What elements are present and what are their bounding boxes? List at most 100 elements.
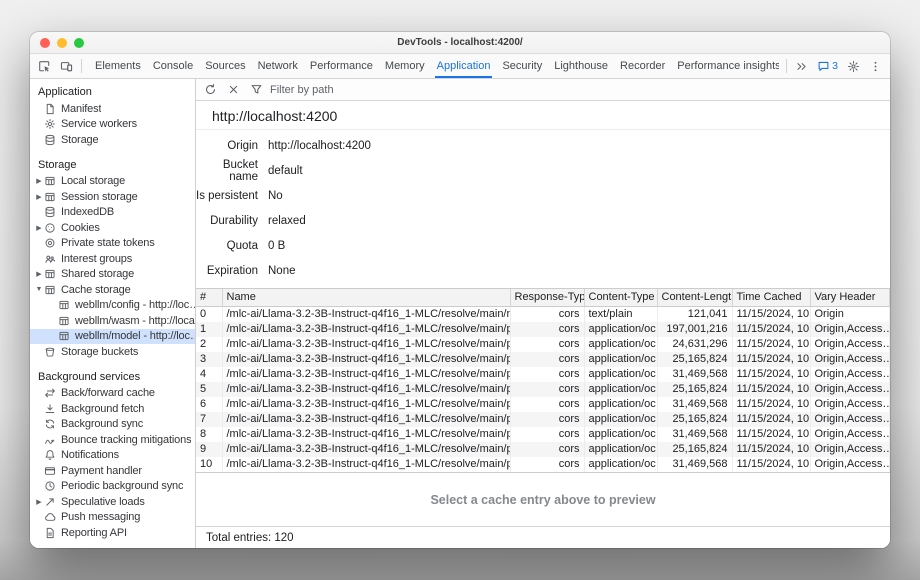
sidebar-item-interest-groups[interactable]: Interest groups <box>30 251 195 267</box>
sidebar-item-indexeddb[interactable]: IndexedDB <box>30 205 195 221</box>
sidebar-item-notifications[interactable]: Notifications <box>30 448 195 464</box>
tab-lighthouse[interactable]: Lighthouse <box>548 54 614 78</box>
tab-memory[interactable]: Memory <box>379 54 431 78</box>
table-cell: 5 <box>196 382 222 397</box>
chevron-right-icon[interactable]: ▶ <box>34 270 44 278</box>
sidebar-item-local-storage[interactable]: ▶Local storage <box>30 174 195 190</box>
sidebar-section-application: ApplicationManifestService workersStorag… <box>30 82 195 148</box>
column-header-vary-header[interactable]: Vary Header <box>810 289 890 307</box>
sidebar-item-label: Storage buckets <box>61 346 138 358</box>
sidebar-item-label: webllm/wasm - http://loca… <box>75 315 195 327</box>
sidebar-item-label: Session storage <box>61 191 138 203</box>
token-icon <box>44 237 57 249</box>
table-cell: application/oc… <box>584 442 657 457</box>
table-cell: Origin,Access… <box>810 382 890 397</box>
sidebar-item-webllm-model-http-loc[interactable]: webllm/model - http://loc… <box>30 329 195 345</box>
sidebar-item-service-workers[interactable]: Service workers <box>30 117 195 133</box>
cache-entry-row[interactable]: 10/mlc-ai/Llama-3.2-3B-Instruct-q4f16_1-… <box>196 457 890 472</box>
window-controls <box>40 38 84 48</box>
sidebar-item-label: Interest groups <box>61 253 132 265</box>
zoom-window-button[interactable] <box>74 38 84 48</box>
cache-entry-row[interactable]: 1/mlc-ai/Llama-3.2-3B-Instruct-q4f16_1-M… <box>196 322 890 337</box>
cache-entry-row[interactable]: 0/mlc-ai/Llama-3.2-3B-Instruct-q4f16_1-M… <box>196 307 890 323</box>
sidebar-item-webllm-config-http-loc[interactable]: webllm/config - http://loc… <box>30 298 195 314</box>
sidebar-item-background-sync[interactable]: Background sync <box>30 417 195 433</box>
sidebar-item-background-fetch[interactable]: Background fetch <box>30 401 195 417</box>
table-cell: /mlc-ai/Llama-3.2-3B-Instruct-q4f16_1-ML… <box>222 427 510 442</box>
sidebar-item-label: Background fetch <box>61 403 144 415</box>
sidebar-item-label: Speculative loads <box>61 496 145 508</box>
cache-entry-row[interactable]: 8/mlc-ai/Llama-3.2-3B-Instruct-q4f16_1-M… <box>196 427 890 442</box>
kebab-menu-icon[interactable] <box>865 56 886 76</box>
cache-entry-row[interactable]: 4/mlc-ai/Llama-3.2-3B-Instruct-q4f16_1-M… <box>196 367 890 382</box>
payment-card-icon <box>44 465 57 477</box>
column-header-name[interactable]: Name <box>222 289 510 307</box>
column-header-response-type[interactable]: Response-Type <box>510 289 584 307</box>
tab-security[interactable]: Security <box>496 54 548 78</box>
cache-entry-row[interactable]: 7/mlc-ai/Llama-3.2-3B-Instruct-q4f16_1-M… <box>196 412 890 427</box>
sidebar-item-label: Back/forward cache <box>61 387 155 399</box>
sidebar-item-speculative-loads[interactable]: ▶ Speculative loads <box>30 494 195 510</box>
table-cell: /mlc-ai/Llama-3.2-3B-Instruct-q4f16_1-ML… <box>222 442 510 457</box>
column-header-index[interactable]: # <box>196 289 222 307</box>
filter-icon <box>246 80 267 100</box>
service-worker-icon <box>44 118 57 130</box>
sidebar-section-title: Application <box>30 82 195 101</box>
sidebar-item-webllm-wasm-http-loca[interactable]: webllm/wasm - http://loca… <box>30 313 195 329</box>
tab-network[interactable]: Network <box>252 54 304 78</box>
close-window-button[interactable] <box>40 38 50 48</box>
sidebar-item-shared-storage[interactable]: ▶Shared storage <box>30 267 195 283</box>
sidebar-item-manifest[interactable]: Manifest <box>30 101 195 117</box>
sidebar-item-storage[interactable]: Storage <box>30 132 195 148</box>
issues-counter-button[interactable]: 3 <box>813 56 842 76</box>
table-icon <box>58 299 71 311</box>
inspect-element-icon[interactable] <box>34 56 55 76</box>
sidebar-item-label: Cache storage <box>61 284 131 296</box>
chevron-down-icon[interactable]: ▼ <box>34 286 44 293</box>
cache-entry-row[interactable]: 5/mlc-ai/Llama-3.2-3B-Instruct-q4f16_1-M… <box>196 382 890 397</box>
chevron-right-icon[interactable]: ▶ <box>34 193 44 201</box>
sidebar-item-session-storage[interactable]: ▶ Session storage <box>30 189 195 205</box>
sidebar-item-reporting-api[interactable]: Reporting API <box>30 525 195 541</box>
sidebar-item-push-messaging[interactable]: Push messaging <box>30 510 195 526</box>
cache-entry-row[interactable]: 3/mlc-ai/Llama-3.2-3B-Instruct-q4f16_1-M… <box>196 352 890 367</box>
database-icon <box>44 206 57 218</box>
table-cell: /mlc-ai/Llama-3.2-3B-Instruct-q4f16_1-ML… <box>222 307 510 323</box>
settings-gear-icon[interactable] <box>843 56 864 76</box>
cache-entries-table: #NameResponse-TypeContent-TypeContent-Le… <box>196 288 890 472</box>
cache-entry-row[interactable]: 9/mlc-ai/Llama-3.2-3B-Instruct-q4f16_1-M… <box>196 442 890 457</box>
tab-performance[interactable]: Performance <box>304 54 379 78</box>
sidebar-item-cache-storage[interactable]: ▼ Cache storage <box>30 282 195 298</box>
delete-selected-icon[interactable] <box>223 80 244 100</box>
column-header-content-length[interactable]: Content-Length <box>657 289 732 307</box>
detail-value: http://localhost:4200 <box>268 140 371 152</box>
sidebar-item-back-forward-cache[interactable]: Back/forward cache <box>30 386 195 402</box>
sidebar-item-periodic-background-sync[interactable]: Periodic background sync <box>30 479 195 495</box>
device-toolbar-icon[interactable] <box>56 56 77 76</box>
cache-entry-row[interactable]: 6/mlc-ai/Llama-3.2-3B-Instruct-q4f16_1-M… <box>196 397 890 412</box>
tab-elements[interactable]: Elements <box>89 54 147 78</box>
sidebar-item-cookies[interactable]: ▶Cookies <box>30 220 195 236</box>
sidebar-item-private-state-tokens[interactable]: Private state tokens <box>30 236 195 252</box>
more-tabs-icon[interactable] <box>791 56 812 76</box>
preview-placeholder-text: Select a cache entry above to preview <box>430 493 655 507</box>
tab-performance-insights[interactable]: Performance insights <box>671 54 779 78</box>
tab-sources[interactable]: Sources <box>199 54 251 78</box>
chevron-right-icon[interactable]: ▶ <box>34 224 44 232</box>
tab-application[interactable]: Application <box>431 54 497 78</box>
refresh-icon[interactable] <box>200 80 221 100</box>
cloud-icon <box>44 511 57 523</box>
sidebar-item-bounce-tracking-mitigations[interactable]: Bounce tracking mitigations <box>30 432 195 448</box>
column-header-content-type[interactable]: Content-Type <box>584 289 657 307</box>
chevron-right-icon[interactable]: ▶ <box>34 498 44 506</box>
filter-by-path-input[interactable]: Filter by path <box>270 84 334 96</box>
chevron-right-icon[interactable]: ▶ <box>34 177 44 185</box>
tab-recorder[interactable]: Recorder <box>614 54 671 78</box>
minimize-window-button[interactable] <box>57 38 67 48</box>
tab-label: Security <box>502 60 542 72</box>
tab-console[interactable]: Console <box>147 54 199 78</box>
sidebar-item-storage-buckets[interactable]: Storage buckets <box>30 344 195 360</box>
sidebar-item-payment-handler[interactable]: Payment handler <box>30 463 195 479</box>
cache-entry-row[interactable]: 2/mlc-ai/Llama-3.2-3B-Instruct-q4f16_1-M… <box>196 337 890 352</box>
column-header-time-cached[interactable]: Time Cached <box>732 289 810 307</box>
